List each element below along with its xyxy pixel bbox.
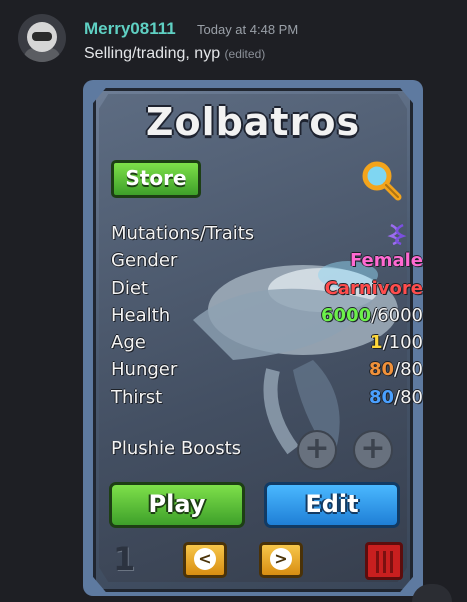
gender-value: Female bbox=[349, 250, 423, 272]
username[interactable]: Merry08111 bbox=[84, 19, 176, 39]
stat-label: Health bbox=[111, 304, 171, 326]
stat-row-thirst: Thirst 80/80 bbox=[111, 387, 423, 414]
trash-icon-stripe bbox=[390, 551, 393, 573]
stat-row-hunger: Hunger 80/80 bbox=[111, 359, 423, 386]
thirst-current: 80 bbox=[368, 386, 395, 408]
edit-button[interactable]: Edit bbox=[264, 482, 400, 528]
prev-page-button[interactable]: < bbox=[183, 542, 227, 578]
delete-button[interactable] bbox=[365, 542, 403, 580]
thirst-max: /80 bbox=[394, 386, 423, 408]
stat-row-age: Age 1/100 bbox=[111, 332, 423, 359]
age-current: 1 bbox=[370, 332, 383, 354]
next-page-button[interactable]: > bbox=[259, 542, 303, 578]
hunger-current: 80 bbox=[368, 359, 395, 381]
plushie-boosts-label: Plushie Boosts bbox=[111, 438, 242, 459]
avatar-mask bbox=[32, 32, 52, 41]
user-avatar[interactable] bbox=[18, 14, 66, 62]
stat-label: Mutations/Traits bbox=[111, 223, 255, 244]
trash-icon-stripe bbox=[383, 551, 386, 573]
stat-row-health: Health 6000/6000 bbox=[111, 305, 423, 332]
message-body: Selling/trading, nyp bbox=[84, 45, 221, 62]
dna-icon[interactable] bbox=[387, 223, 407, 245]
page-number: 1 bbox=[113, 540, 136, 578]
attached-image[interactable]: Zolbatros Store Mutations/Traits Gender … bbox=[83, 80, 423, 596]
age-value: 1/100 bbox=[370, 332, 423, 353]
diet-value: Carnivore bbox=[324, 277, 423, 299]
search-icon[interactable] bbox=[359, 158, 403, 202]
creature-name: Zolbatros bbox=[145, 100, 361, 144]
health-max: /6000 bbox=[371, 304, 423, 326]
stat-label: Age bbox=[111, 332, 146, 354]
stat-label: Thirst bbox=[111, 386, 163, 408]
stat-row-gender: Gender Female bbox=[111, 250, 423, 277]
stat-row-traits: Mutations/Traits bbox=[111, 223, 423, 250]
plushie-slot-1-button[interactable]: + bbox=[297, 430, 337, 470]
hunger-value: 80/80 bbox=[369, 359, 423, 380]
trash-icon bbox=[376, 551, 379, 573]
message-timestamp: Today at 4:48 PM bbox=[197, 22, 299, 37]
age-max: /100 bbox=[382, 332, 423, 354]
stat-label: Hunger bbox=[111, 359, 178, 381]
stat-label: Diet bbox=[111, 277, 148, 299]
stat-label: Gender bbox=[111, 250, 178, 272]
health-value: 6000/6000 bbox=[321, 305, 423, 326]
chevron-right-icon: > bbox=[270, 548, 292, 570]
thirst-value: 80/80 bbox=[369, 387, 423, 408]
store-button[interactable]: Store bbox=[111, 160, 201, 198]
play-button[interactable]: Play bbox=[109, 482, 245, 528]
health-current: 6000 bbox=[321, 304, 372, 326]
message-text: Selling/trading, nyp (edited) bbox=[84, 45, 265, 63]
stats-list: Mutations/Traits Gender Female Diet Carn… bbox=[111, 223, 423, 414]
chevron-left-icon: < bbox=[194, 548, 216, 570]
plushie-slot-2-button[interactable]: + bbox=[353, 430, 393, 470]
chat-message: Merry08111 Today at 4:48 PM Selling/trad… bbox=[0, 0, 467, 602]
edited-label: (edited) bbox=[224, 47, 266, 61]
stat-row-diet: Diet Carnivore bbox=[111, 278, 423, 305]
hunger-max: /80 bbox=[394, 359, 423, 381]
